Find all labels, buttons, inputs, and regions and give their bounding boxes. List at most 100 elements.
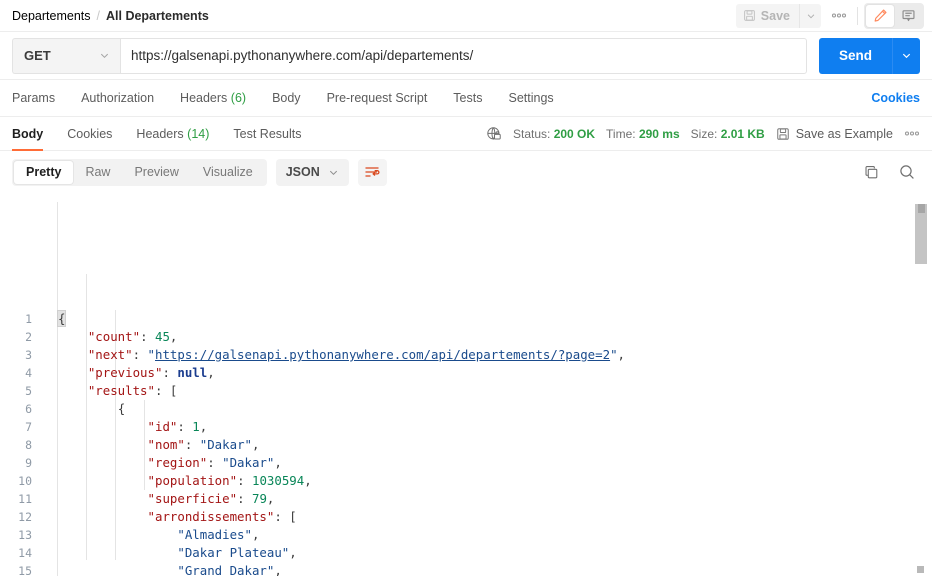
url-input[interactable]: https://galsenapi.pythonanywhere.com/api… [120, 38, 807, 74]
secure-globe-icon[interactable] [486, 126, 502, 142]
code-token: , [267, 491, 274, 506]
view-mode-raw[interactable]: Raw [73, 161, 122, 184]
time-value: 290 ms [639, 127, 680, 141]
code-line: 6 { [0, 400, 932, 418]
code-line: 11 "superficie": 79, [0, 490, 932, 508]
header-more-button[interactable] [825, 4, 853, 28]
code-token: "Almadies" [177, 527, 252, 542]
url-bar: GET https://galsenapi.pythonanywhere.com… [0, 32, 932, 80]
status-label: Status: [513, 127, 550, 141]
response-tab-headers[interactable]: Headers (14) [136, 117, 209, 151]
response-tab-cookies-label: Cookies [67, 127, 112, 141]
view-mode-visualize[interactable]: Visualize [191, 161, 265, 184]
copy-icon [863, 164, 880, 181]
breadcrumb-parent[interactable]: Departements [12, 9, 91, 23]
code-token: " [148, 347, 155, 362]
code-line-text: "count": 45, [44, 328, 177, 346]
code-token: , [274, 563, 281, 576]
code-line-text: "Almadies", [44, 526, 259, 544]
time-label: Time: [606, 127, 636, 141]
view-mode-pretty[interactable]: Pretty [14, 161, 73, 184]
code-line-text: "Grand Dakar", [44, 562, 282, 576]
code-token: "region" [148, 455, 208, 470]
body-format-select[interactable]: JSON [276, 159, 349, 186]
code-token: : [140, 329, 155, 344]
save-button-label: Save [761, 9, 790, 23]
code-line-text: "Dakar Plateau", [44, 544, 297, 562]
tab-body-label: Body [272, 91, 301, 105]
line-number: 12 [0, 508, 44, 526]
code-token[interactable]: https://galsenapi.pythonanywhere.com/api… [155, 347, 610, 362]
save-as-example-button[interactable]: Save as Example [776, 127, 893, 141]
send-dropdown-button[interactable] [892, 38, 920, 74]
response-more-button[interactable] [904, 131, 920, 136]
code-token: "Dakar" [200, 437, 252, 452]
code-line: 10 "population": 1030594, [0, 472, 932, 490]
cookies-link[interactable]: Cookies [871, 91, 920, 105]
code-token: "superficie" [148, 491, 238, 506]
code-token: : [177, 419, 192, 434]
save-button[interactable]: Save [736, 4, 799, 28]
tab-headers[interactable]: Headers (6) [180, 91, 246, 105]
breadcrumb-separator: / [97, 9, 100, 23]
request-tabs: Params Authorization Headers (6) Body Pr… [0, 80, 932, 117]
floppy-disk-icon [776, 127, 790, 141]
view-mode-preview[interactable]: Preview [122, 161, 190, 184]
postman-request-window: Departements / All Departements Save [0, 0, 932, 576]
code-line-text: { [44, 400, 125, 418]
response-tab-body[interactable]: Body [12, 117, 43, 151]
code-token: "id" [148, 419, 178, 434]
code-token: , [274, 455, 281, 470]
code-line: 14 "Dakar Plateau", [0, 544, 932, 562]
response-tab-test-results[interactable]: Test Results [233, 117, 301, 151]
search-button[interactable] [898, 163, 916, 181]
tab-pre-request-script[interactable]: Pre-request Script [327, 91, 428, 105]
search-icon [898, 163, 916, 181]
line-number: 13 [0, 526, 44, 544]
code-token: , [618, 347, 625, 362]
response-tab-cookies[interactable]: Cookies [67, 117, 112, 151]
floppy-disk-icon [743, 9, 756, 22]
code-token: : [185, 437, 200, 452]
code-token: { [58, 311, 65, 326]
code-token: null [177, 365, 207, 380]
code-token: : [ [274, 509, 296, 524]
copy-button[interactable] [863, 164, 880, 181]
tab-body[interactable]: Body [272, 91, 301, 105]
code-line-text: "superficie": 79, [44, 490, 274, 508]
save-dropdown-button[interactable] [799, 4, 821, 28]
code-line: 15 "Grand Dakar", [0, 562, 932, 576]
code-line: 8 "nom": "Dakar", [0, 436, 932, 454]
code-line-text: "arrondissements": [ [44, 508, 297, 526]
word-wrap-button[interactable] [358, 159, 387, 186]
tab-authorization-label: Authorization [81, 91, 154, 105]
send-button[interactable]: Send [819, 38, 892, 74]
code-token: " [610, 347, 617, 362]
scrollbar-corner [917, 566, 924, 573]
size-label: Size: [691, 127, 718, 141]
body-scrollbar[interactable] [915, 203, 927, 576]
tab-params[interactable]: Params [12, 91, 55, 105]
response-tab-test-results-label: Test Results [233, 127, 301, 141]
code-line: 9 "region": "Dakar", [0, 454, 932, 472]
save-button-group: Save [736, 4, 821, 28]
line-number: 11 [0, 490, 44, 508]
response-body-viewer[interactable]: 1{2 "count": 45,3 "next": "https://galse… [0, 202, 932, 576]
code-line-text: "population": 1030594, [44, 472, 312, 490]
comment-icon [901, 8, 916, 23]
code-token: "count" [88, 329, 140, 344]
edit-mode-button[interactable] [866, 5, 894, 27]
tab-settings[interactable]: Settings [508, 91, 553, 105]
code-token: 1 [192, 419, 199, 434]
line-number: 7 [0, 418, 44, 436]
code-line: 2 "count": 45, [0, 328, 932, 346]
code-line-text: "id": 1, [44, 418, 207, 436]
comments-button[interactable] [894, 5, 922, 27]
tab-tests[interactable]: Tests [453, 91, 482, 105]
http-method-select[interactable]: GET [12, 38, 120, 74]
scrollbar-thumb[interactable] [915, 204, 927, 264]
window-header: Departements / All Departements Save [0, 0, 932, 32]
response-tab-body-label: Body [12, 127, 43, 141]
tab-authorization[interactable]: Authorization [81, 91, 154, 105]
tab-pre-request-script-label: Pre-request Script [327, 91, 428, 105]
